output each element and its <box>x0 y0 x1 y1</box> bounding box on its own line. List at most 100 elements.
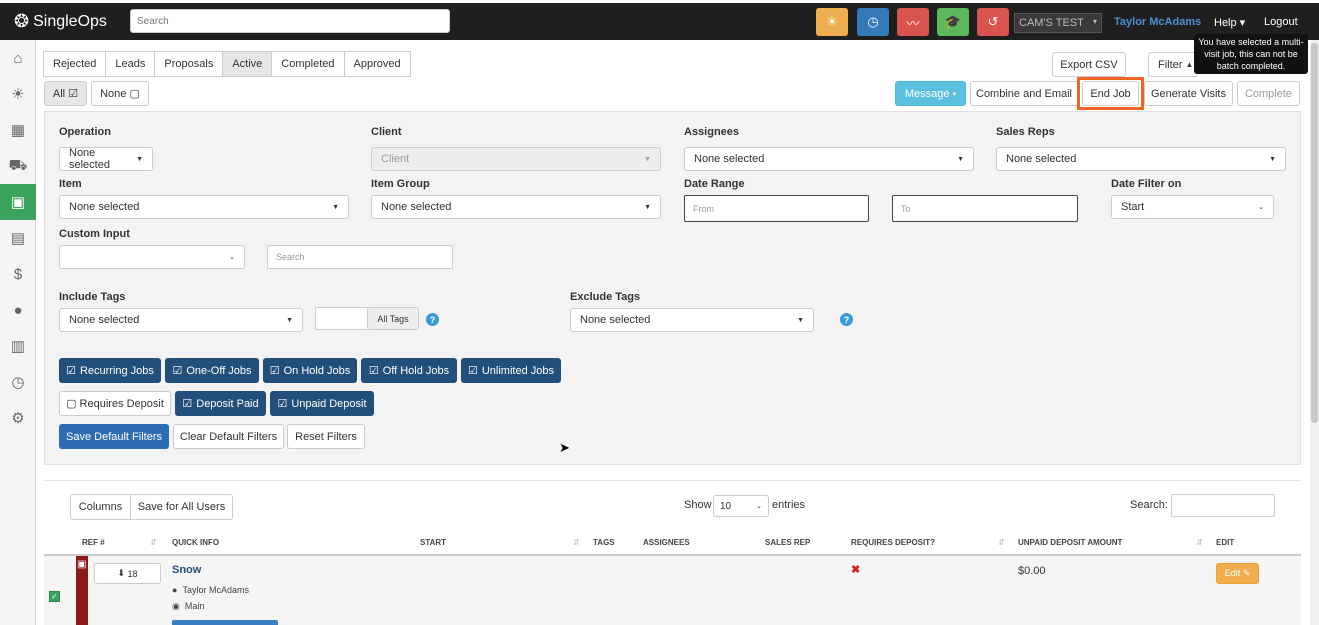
col-start[interactable]: START <box>420 538 446 547</box>
page-scrollbar[interactable] <box>1310 40 1319 625</box>
edit-button[interactable]: Edit ✎ <box>1216 563 1259 584</box>
custom-input-select[interactable]: ⌄ <box>59 245 245 269</box>
save-for-all-users-button[interactable]: Save for All Users <box>130 494 233 520</box>
activity-button[interactable]: 〰 <box>897 8 929 36</box>
off-hold-jobs-toggle[interactable]: ☑ Off Hold Jobs <box>361 358 457 383</box>
assignees-select[interactable]: None selected ▼ <box>684 147 974 171</box>
clock-icon[interactable]: ◷ <box>0 364 36 400</box>
history-button[interactable]: ↺ <box>977 8 1009 36</box>
sun-icon[interactable]: ☀ <box>0 76 36 112</box>
custom-input-search[interactable]: Search <box>267 245 453 269</box>
job-title[interactable]: Snow <box>172 564 201 576</box>
date-to-input[interactable]: To <box>892 195 1078 222</box>
scrollbar-thumb[interactable] <box>1311 43 1318 423</box>
col-sales-rep[interactable]: SALES REP <box>765 538 810 547</box>
unpaid-deposit-toggle[interactable]: ☑ Unpaid Deposit <box>270 391 374 416</box>
date-from-input[interactable]: From <box>684 195 869 222</box>
help-menu[interactable]: Help ▾ <box>1214 16 1245 29</box>
client-select[interactable]: Client ▼ <box>371 147 661 171</box>
save-default-filters-button[interactable]: Save Default Filters <box>59 424 169 449</box>
col-tags[interactable]: TAGS <box>593 538 615 547</box>
requires-deposit-toggle[interactable]: ▢ Requires Deposit <box>59 391 171 416</box>
row-checkbox[interactable]: ✓ <box>49 591 60 602</box>
calendar-icon[interactable]: ▦ <box>0 112 36 148</box>
sort-icon[interactable]: ⇵ <box>573 538 580 547</box>
bar-chart-icon[interactable]: ▥ <box>0 328 36 364</box>
filter-button[interactable]: Filter ▲ <box>1148 52 1198 77</box>
end-job-button[interactable]: End Job <box>1082 81 1139 106</box>
clear-default-filters-button[interactable]: Clear Default Filters <box>173 424 284 449</box>
requires-deposit-label: Requires Deposit <box>79 397 164 410</box>
requires-deposit-value: ✖ <box>851 564 861 576</box>
graduation-cap-icon: 🎓 <box>944 14 962 29</box>
operation-select[interactable]: None selected ▼ <box>59 147 153 171</box>
company-selector[interactable]: CAM'S TEST ▾ <box>1014 13 1102 33</box>
check-square-icon: ☑ <box>68 88 79 100</box>
generate-visits-button[interactable]: Generate Visits <box>1144 81 1233 106</box>
columns-button[interactable]: Columns <box>70 494 131 520</box>
table-search-input[interactable] <box>1171 494 1275 517</box>
sort-icon[interactable]: ⇵ <box>1196 538 1203 547</box>
training-button[interactable]: 🎓 <box>937 8 969 36</box>
caret-down-icon: ▼ <box>644 155 651 163</box>
tag-count-input[interactable] <box>315 307 371 330</box>
dollar-icon[interactable]: $ <box>0 256 36 292</box>
reset-filters-button[interactable]: Reset Filters <box>287 424 365 449</box>
deposit-paid-toggle[interactable]: ☑ Deposit Paid <box>175 391 266 416</box>
item-group-select[interactable]: None selected ▼ <box>371 195 661 219</box>
sort-icon[interactable]: ⇵ <box>150 538 157 547</box>
entries-select[interactable]: 10 ⌄ <box>713 495 769 517</box>
logout-link[interactable]: Logout <box>1264 16 1298 28</box>
date-filter-on-select[interactable]: Start ⌄ <box>1111 195 1274 219</box>
archive-icon[interactable]: ▤ <box>0 220 36 256</box>
tab-active[interactable]: Active <box>222 51 273 77</box>
col-edit[interactable]: EDIT <box>1216 538 1234 547</box>
combine-email-button[interactable]: Combine and Email <box>970 81 1078 106</box>
tab-approved[interactable]: Approved <box>343 51 411 77</box>
app-logo[interactable]: ❂ SingleOps <box>14 11 107 32</box>
item-select[interactable]: None selected ▼ <box>59 195 349 219</box>
briefcase-icon[interactable]: ▣ <box>0 184 36 220</box>
chevron-down-icon: ⌄ <box>756 503 762 510</box>
unlimited-jobs-toggle[interactable]: ☑ Unlimited Jobs <box>461 358 561 383</box>
gear-icon[interactable]: ⚙ <box>0 400 36 436</box>
message-button[interactable]: Message ▾ <box>895 81 966 106</box>
on-hold-jobs-toggle[interactable]: ☑ On Hold Jobs <box>263 358 357 383</box>
weather-button[interactable]: ☀ <box>816 8 848 36</box>
ref-number-button[interactable]: ⬇ 18 <box>94 563 161 584</box>
col-ref[interactable]: REF # <box>82 538 105 547</box>
exclude-tags-help-icon[interactable]: ? <box>840 313 853 326</box>
global-search-input[interactable] <box>130 9 450 33</box>
tab-proposals[interactable]: Proposals <box>154 51 224 77</box>
select-all-button[interactable]: All ☑ <box>44 81 87 106</box>
truck-icon[interactable]: ⛟ <box>0 148 36 184</box>
chevron-down-icon: ⌄ <box>229 254 235 261</box>
tab-leads[interactable]: Leads <box>105 51 156 77</box>
home-icon[interactable]: ⌂ <box>0 40 36 76</box>
one-off-jobs-toggle[interactable]: ☑ One-Off Jobs <box>165 358 259 383</box>
email-badge[interactable] <box>172 620 278 625</box>
tab-rejected[interactable]: Rejected <box>43 51 107 77</box>
complete-button[interactable]: Complete <box>1237 81 1300 106</box>
include-tags-select[interactable]: None selected ▼ <box>59 308 303 332</box>
col-assignees[interactable]: ASSIGNEES <box>643 538 690 547</box>
include-tags-help-icon[interactable]: ? <box>426 313 439 326</box>
sales-reps-select[interactable]: None selected ▼ <box>996 147 1286 171</box>
user-menu[interactable]: Taylor McAdams <box>1114 16 1201 28</box>
recurring-jobs-toggle[interactable]: ☑ Recurring Jobs <box>59 358 161 383</box>
col-unpaid-deposit[interactable]: UNPAID DEPOSIT AMOUNT <box>1018 538 1122 547</box>
empty-square-icon: ▢ <box>66 398 77 410</box>
select-none-button[interactable]: None ▢ <box>91 81 149 106</box>
chevron-down-icon: ▾ <box>1092 17 1097 26</box>
clock-button[interactable]: ◷ <box>857 8 889 36</box>
export-csv-button[interactable]: Export CSV <box>1052 52 1126 77</box>
col-requires-deposit[interactable]: REQUIRES DEPOSIT? <box>851 538 935 547</box>
col-quick-info[interactable]: QUICK INFO <box>172 538 219 547</box>
tab-completed[interactable]: Completed <box>271 51 345 77</box>
exclude-tags-select[interactable]: None selected ▼ <box>570 308 814 332</box>
assignees-label: Assignees <box>684 126 740 138</box>
sort-icon[interactable]: ⇵ <box>998 538 1005 547</box>
sales-reps-label: Sales Reps <box>996 126 1055 138</box>
all-tags-button[interactable]: All Tags <box>367 307 419 330</box>
user-icon[interactable]: ● <box>0 292 36 328</box>
